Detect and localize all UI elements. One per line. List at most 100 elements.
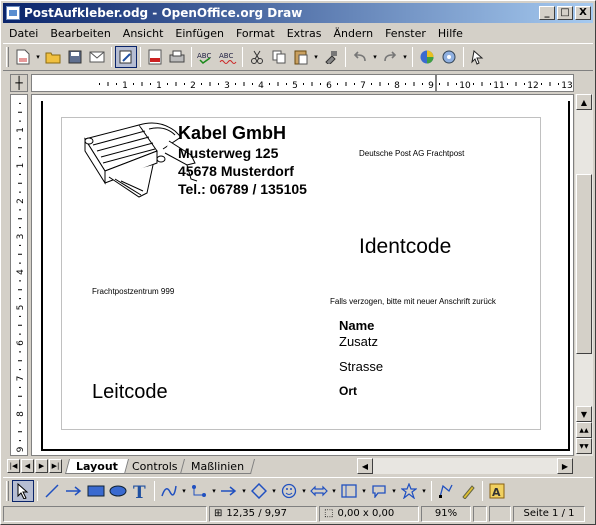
menu-hilfe[interactable]: Hilfe xyxy=(432,27,469,40)
ruler-origin-corner[interactable]: ┼ xyxy=(10,74,28,92)
vertical-scrollbar[interactable]: ▲ ▼ ▲▲ ▼▼ xyxy=(575,94,593,456)
new-document-icon[interactable] xyxy=(12,46,34,68)
connector-icon[interactable] xyxy=(188,480,210,502)
copy-icon[interactable] xyxy=(268,46,290,68)
navigator-icon[interactable] xyxy=(438,46,460,68)
print-icon[interactable] xyxy=(166,46,188,68)
curve-icon[interactable] xyxy=(158,480,180,502)
new-dropdown-icon[interactable]: ▾ xyxy=(34,53,42,61)
position-icon: ⊞ xyxy=(214,508,223,519)
connector-dropdown-icon[interactable]: ▾ xyxy=(210,487,218,495)
scroll-up-button[interactable]: ▲ xyxy=(576,94,592,110)
email-icon[interactable] xyxy=(86,46,108,68)
company-name[interactable]: Kabel GmbH xyxy=(178,123,286,144)
maximize-button[interactable]: □ xyxy=(557,6,573,20)
lines-dropdown-icon[interactable]: ▾ xyxy=(240,487,248,495)
leitcode-text[interactable]: Leitcode xyxy=(92,381,168,404)
menu-einfuegen[interactable]: Einfügen xyxy=(169,27,230,40)
menu-format[interactable]: Format xyxy=(230,27,281,40)
glue-points-icon[interactable] xyxy=(457,480,479,502)
tab-controls[interactable]: Controls xyxy=(120,458,189,474)
menu-fenster[interactable]: Fenster xyxy=(379,27,432,40)
paste-icon[interactable] xyxy=(290,46,312,68)
undo-dropdown-icon[interactable]: ▾ xyxy=(371,53,379,61)
flowchart-icon[interactable] xyxy=(338,480,360,502)
recipient-extra[interactable]: Zusatz xyxy=(339,334,378,349)
document-page[interactable]: Kabel GmbH Musterweg 125 45678 Musterdor… xyxy=(41,101,570,451)
autospellcheck-icon[interactable]: ABC xyxy=(217,46,239,68)
edit-file-icon[interactable] xyxy=(115,46,137,68)
stars-icon[interactable] xyxy=(398,480,420,502)
signature-field[interactable] xyxy=(489,505,511,522)
prev-tab-button[interactable]: ◀ xyxy=(21,459,34,473)
menu-datei[interactable]: Datei xyxy=(3,27,44,40)
close-button[interactable]: X xyxy=(575,6,591,20)
next-tab-button[interactable]: ▶ xyxy=(35,459,48,473)
select-arrow-icon[interactable] xyxy=(12,479,34,502)
menu-extras[interactable]: Extras xyxy=(281,27,328,40)
scroll-left-button[interactable]: ◀ xyxy=(357,458,373,474)
lines-arrows-icon[interactable] xyxy=(218,480,240,502)
clone-format-icon[interactable] xyxy=(320,46,342,68)
basic-shapes-icon[interactable] xyxy=(248,480,270,502)
line-icon[interactable] xyxy=(41,480,63,502)
freight-center-text[interactable]: Frachtpostzentrum 999 xyxy=(92,287,174,296)
redo-icon[interactable] xyxy=(379,46,401,68)
arrow-line-icon[interactable] xyxy=(63,480,85,502)
scroll-down-button[interactable]: ▼ xyxy=(576,406,592,422)
menu-ansicht[interactable]: Ansicht xyxy=(117,27,170,40)
minimize-button[interactable]: _ xyxy=(539,6,555,20)
horizontal-ruler[interactable]: 1 1 2 3 4 5 6 7 8 9 10 11 12 13 xyxy=(31,74,574,92)
tab-masslinien[interactable]: Maßlinien xyxy=(180,458,256,474)
recipient-name[interactable]: Name xyxy=(339,318,374,333)
help-icon[interactable] xyxy=(467,46,489,68)
text-tool-icon[interactable]: T xyxy=(129,480,151,502)
identcode-text[interactable]: Identcode xyxy=(359,235,451,259)
horizontal-scrollbar[interactable]: ◀ ▶ xyxy=(357,458,573,474)
company-street[interactable]: Musterweg 125 xyxy=(178,145,278,161)
company-phone[interactable]: Tel.: 06789 / 135105 xyxy=(178,181,307,197)
tab-layout[interactable]: Layout xyxy=(64,458,129,474)
return-note-text[interactable]: Falls verzogen, bitte mit neuer Anschrif… xyxy=(330,297,496,306)
ellipse-icon[interactable] xyxy=(107,480,129,502)
first-tab-button[interactable]: |◀ xyxy=(7,459,20,473)
paste-dropdown-icon[interactable]: ▾ xyxy=(312,53,320,61)
spellcheck-icon[interactable]: ABC xyxy=(195,46,217,68)
scroll-right-button[interactable]: ▶ xyxy=(557,458,573,474)
open-folder-icon[interactable] xyxy=(42,46,64,68)
postage-text[interactable]: Deutsche Post AG Frachtpost xyxy=(359,149,464,158)
recipient-city[interactable]: Ort xyxy=(339,384,357,398)
chart-icon[interactable] xyxy=(416,46,438,68)
rectangle-icon[interactable] xyxy=(85,480,107,502)
basic-shapes-dropdown-icon[interactable]: ▾ xyxy=(270,487,278,495)
symbol-shapes-dropdown-icon[interactable]: ▾ xyxy=(300,487,308,495)
stars-dropdown-icon[interactable]: ▾ xyxy=(420,487,428,495)
recipient-street[interactable]: Strasse xyxy=(339,359,383,374)
menu-bearbeiten[interactable]: Bearbeiten xyxy=(44,27,116,40)
menu-aendern[interactable]: Ändern xyxy=(328,27,380,40)
page-down-icon[interactable]: ▼▼ xyxy=(576,438,592,454)
block-arrows-icon[interactable] xyxy=(308,480,330,502)
redo-dropdown-icon[interactable]: ▾ xyxy=(401,53,409,61)
save-icon[interactable] xyxy=(64,46,86,68)
callout-icon[interactable] xyxy=(368,480,390,502)
export-pdf-icon[interactable] xyxy=(144,46,166,68)
last-tab-button[interactable]: ▶| xyxy=(49,459,62,473)
company-city[interactable]: 45678 Musterdorf xyxy=(178,163,294,179)
cut-icon[interactable] xyxy=(246,46,268,68)
undo-icon[interactable] xyxy=(349,46,371,68)
zoom-field[interactable]: 91% xyxy=(421,505,471,522)
vertical-scroll-thumb[interactable] xyxy=(576,174,592,354)
vertical-ruler[interactable]: 1 1 2 3 4 5 6 7 8 9 xyxy=(10,94,28,456)
points-edit-icon[interactable] xyxy=(435,480,457,502)
block-arrows-dropdown-icon[interactable]: ▾ xyxy=(330,487,338,495)
curve-dropdown-icon[interactable]: ▾ xyxy=(180,487,188,495)
symbol-shapes-icon[interactable] xyxy=(278,480,300,502)
toolbar-grip[interactable] xyxy=(6,47,9,67)
drawing-canvas[interactable]: Kabel GmbH Musterweg 125 45678 Musterdor… xyxy=(31,94,574,456)
page-up-icon[interactable]: ▲▲ xyxy=(576,422,592,438)
callout-dropdown-icon[interactable]: ▾ xyxy=(390,487,398,495)
flowchart-dropdown-icon[interactable]: ▾ xyxy=(360,487,368,495)
toolbar-grip[interactable] xyxy=(6,480,9,501)
fontwork-icon[interactable]: A xyxy=(486,480,508,502)
